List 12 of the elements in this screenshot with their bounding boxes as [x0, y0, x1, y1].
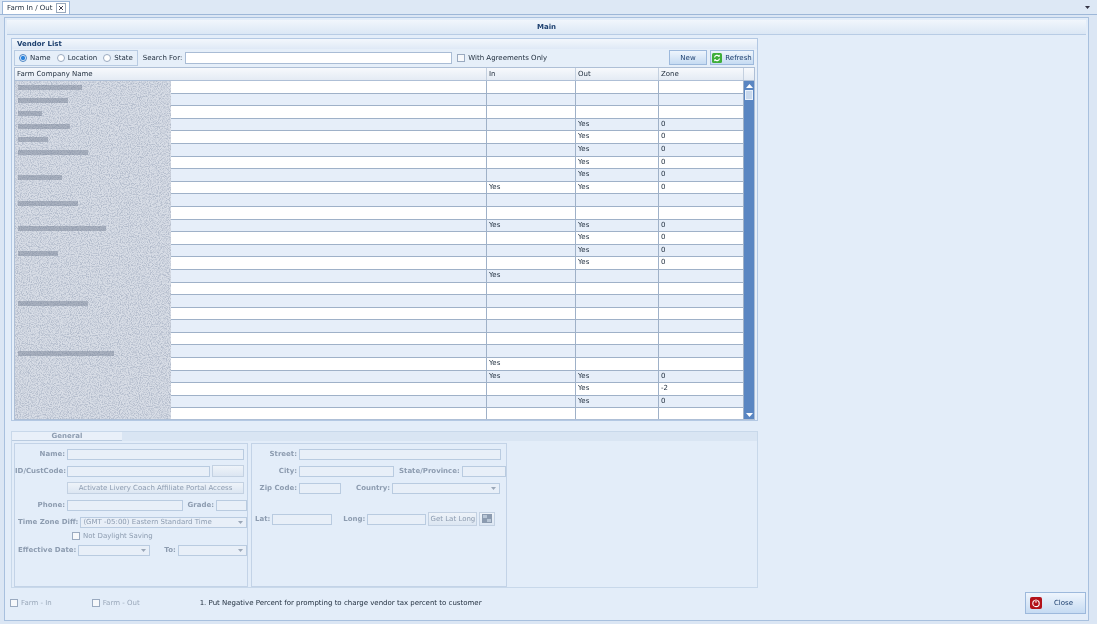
map-icon: [482, 513, 493, 525]
search-field[interactable]: [185, 51, 453, 64]
caret-icon: [491, 486, 497, 490]
power-icon: [1030, 597, 1042, 609]
refresh-icon: [712, 52, 723, 63]
caret-icon: [238, 548, 243, 552]
caret-icon: [141, 548, 147, 552]
caret-icon: [238, 520, 243, 524]
close-icon[interactable]: [56, 3, 67, 13]
dropdown-caret-icon[interactable]: [1085, 5, 1090, 9]
scrollbar-thumb[interactable]: [745, 90, 753, 100]
scrollbar[interactable]: [744, 81, 754, 419]
